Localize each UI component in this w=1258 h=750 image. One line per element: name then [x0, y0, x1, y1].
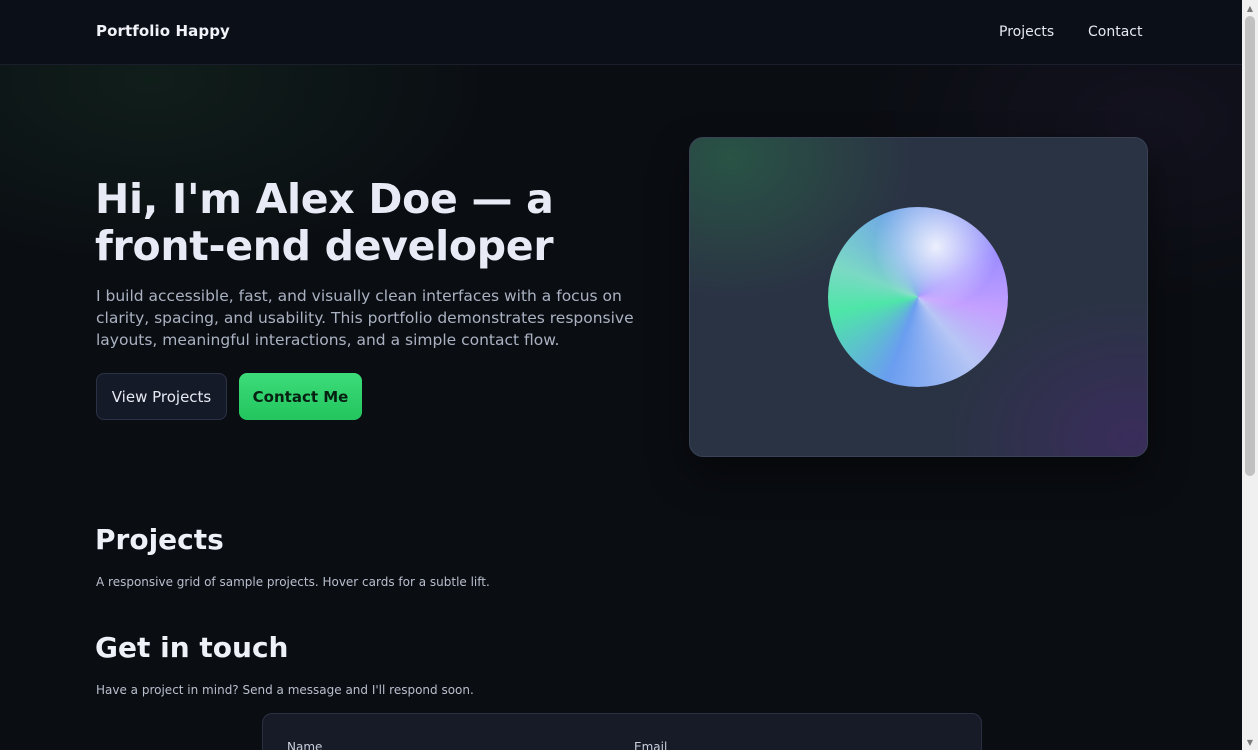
projects-section-description: A responsive grid of sample projects. Ho… [96, 575, 490, 589]
contact-section-title: Get in touch [95, 631, 289, 664]
contact-form: Name Email [262, 713, 982, 750]
view-projects-button[interactable]: View Projects [96, 373, 227, 420]
scroll-down-arrow-icon[interactable]: ▼ [1242, 734, 1258, 750]
name-field-label: Name [287, 740, 323, 750]
vertical-scrollbar[interactable]: ▲ ▼ [1242, 0, 1258, 750]
nav-link-projects[interactable]: Projects [999, 24, 1054, 40]
contact-me-button[interactable]: Contact Me [239, 373, 362, 420]
gradient-orb-illustration [828, 207, 1008, 387]
nav-link-contact[interactable]: Contact [1088, 24, 1142, 40]
page: Portfolio Happy Projects Contact Hi, I'm… [0, 0, 1242, 750]
hero-description: I build accessible, fast, and visually c… [96, 287, 634, 349]
projects-section-title: Projects [95, 523, 224, 556]
hero-visual-card [689, 137, 1148, 457]
scroll-up-arrow-icon[interactable]: ▲ [1242, 0, 1258, 16]
top-navbar: Portfolio Happy Projects Contact [0, 0, 1242, 65]
brand-logo-text[interactable]: Portfolio Happy [96, 22, 230, 40]
contact-section-description: Have a project in mind? Send a message a… [96, 683, 474, 697]
hero-title: Hi, I'm Alex Doe — a front-end developer [95, 175, 554, 270]
scrollbar-thumb[interactable] [1245, 16, 1255, 476]
email-field-label: Email [634, 740, 668, 750]
